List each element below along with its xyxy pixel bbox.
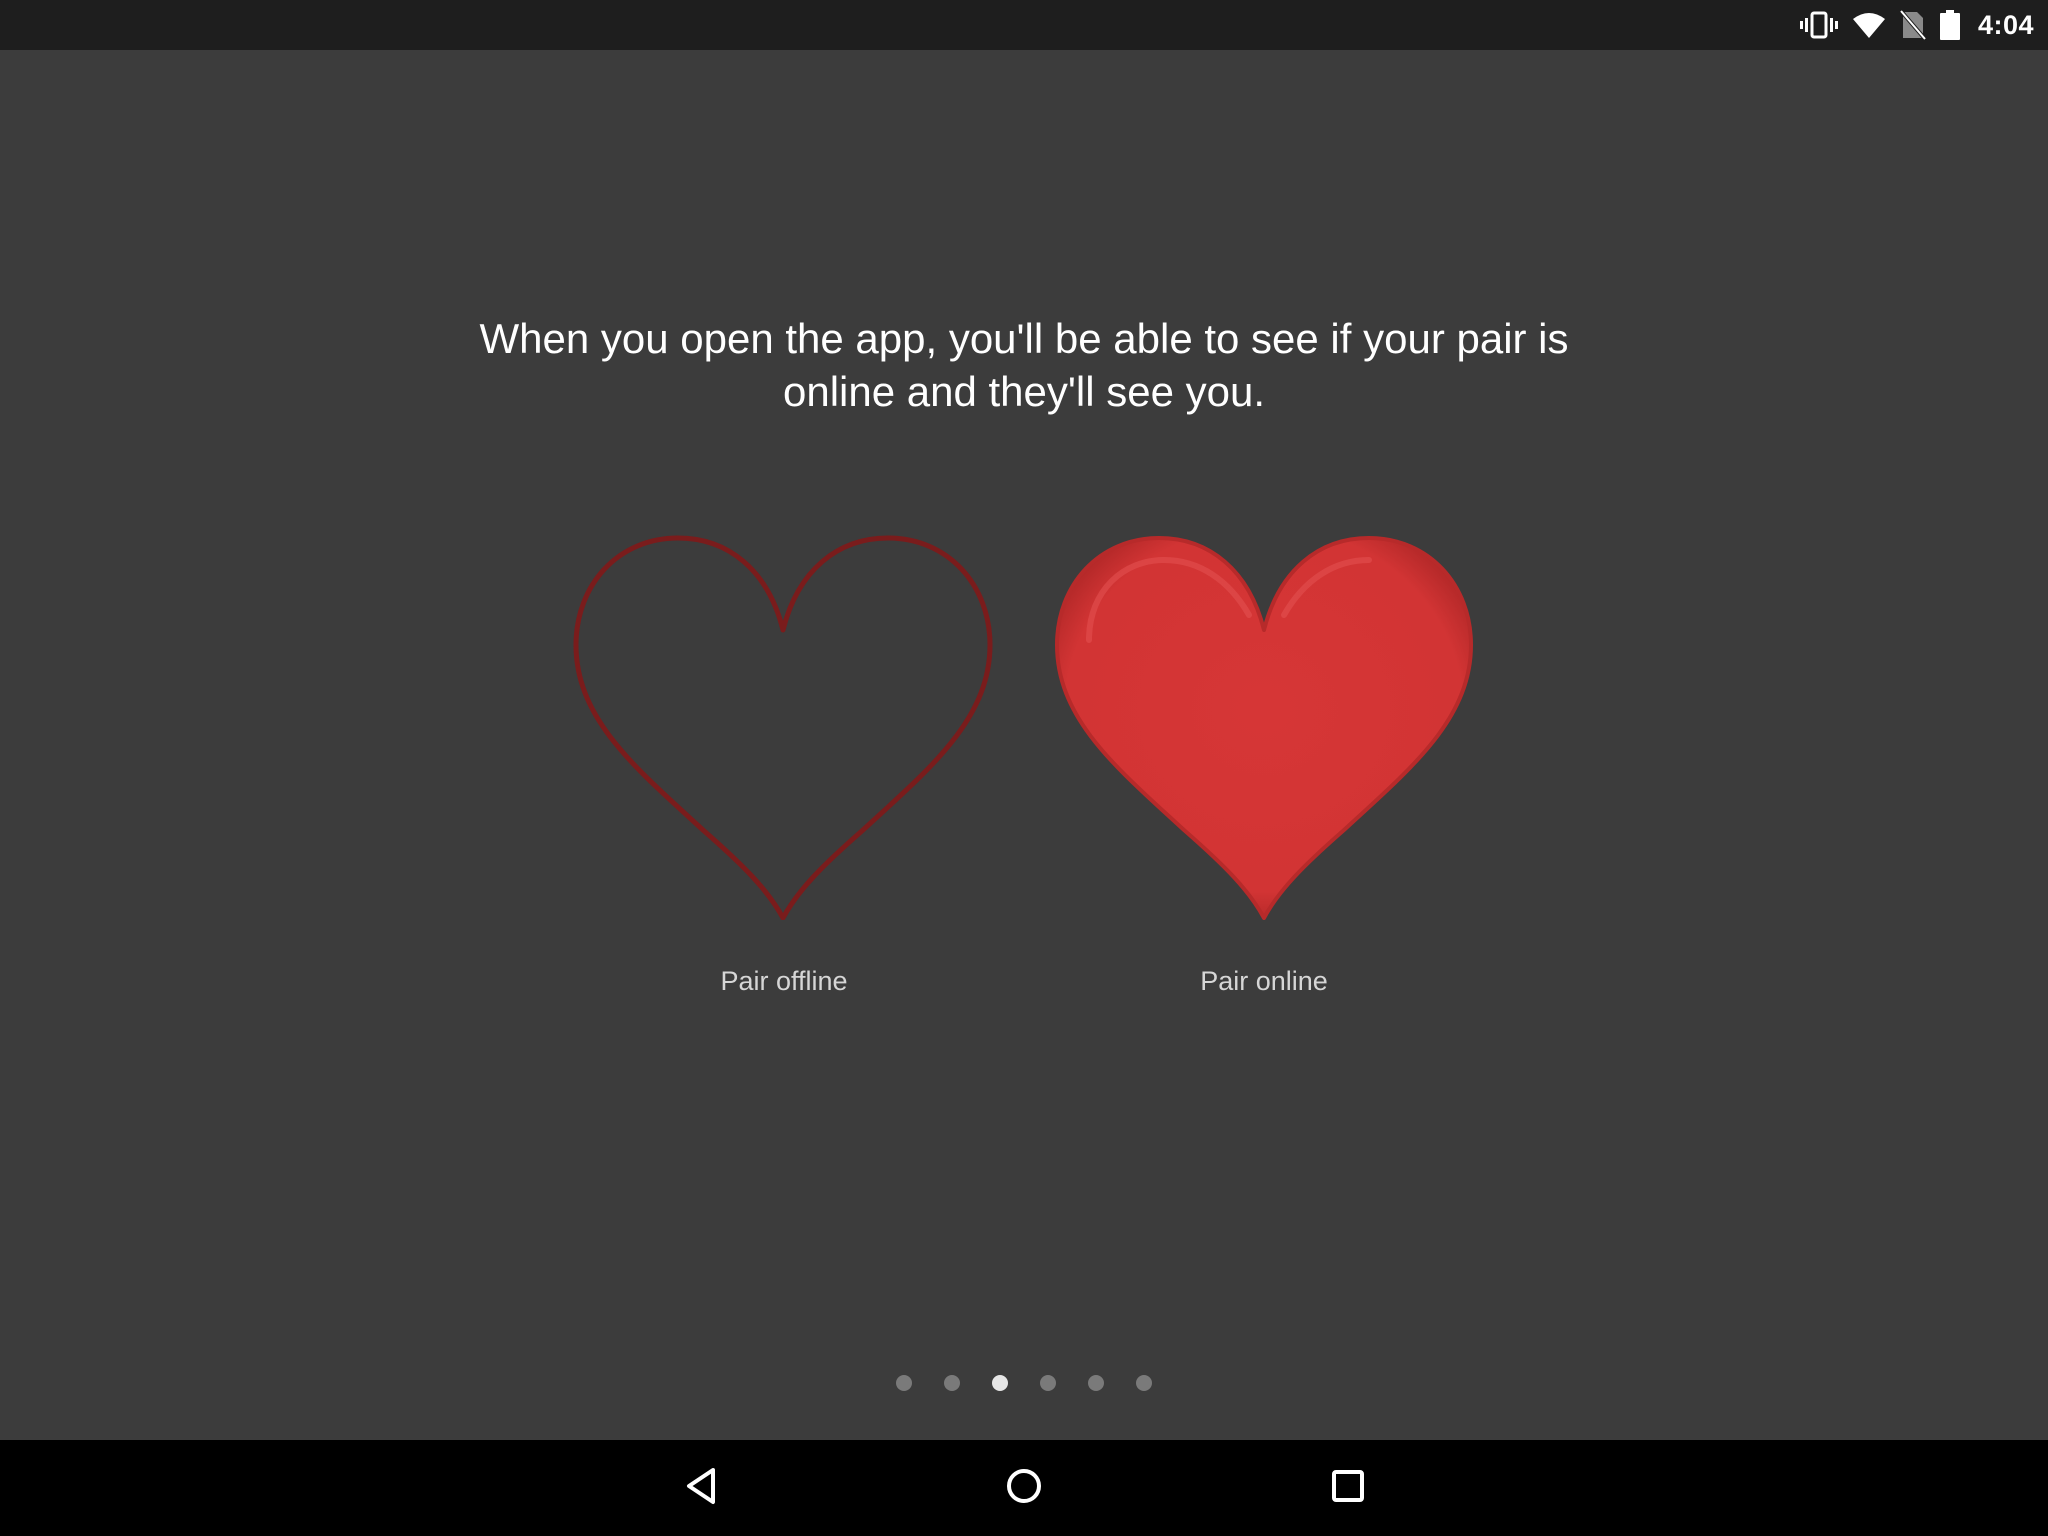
navigation-bar [0,1440,2048,1536]
pair-online-label: Pair online [1200,966,1328,996]
heart-outline-icon [568,530,998,920]
wifi-icon [1852,11,1886,39]
battery-icon [1939,10,1960,40]
page-dot-5[interactable] [1088,1375,1104,1391]
recents-button[interactable] [1288,1440,1408,1536]
back-icon [681,1466,721,1511]
page-dot-1[interactable] [896,1375,912,1391]
heart-filled-icon [1049,530,1479,920]
status-time: 4:04 [1977,9,2034,40]
page-dot-4[interactable] [1040,1375,1056,1391]
back-button[interactable] [641,1440,761,1536]
page-dot-2[interactable] [944,1375,960,1391]
no-sim-icon [1899,10,1926,40]
onboarding-screen: 4:04 When you open the app, you'll be ab… [0,0,2048,1536]
home-button[interactable] [964,1440,1084,1536]
recents-icon [1328,1466,1368,1511]
page-indicator [0,1375,2048,1391]
status-bar: 4:04 [0,0,2048,50]
page-dot-6[interactable] [1136,1375,1152,1391]
pair-offline-label: Pair offline [720,966,848,996]
page-dot-3-active[interactable] [992,1375,1008,1391]
vibrate-icon [1799,10,1838,40]
home-icon [1004,1466,1044,1511]
onboarding-headline: When you open the app, you'll be able to… [479,315,1569,415]
status-icons: 4:04 [1799,0,2034,50]
